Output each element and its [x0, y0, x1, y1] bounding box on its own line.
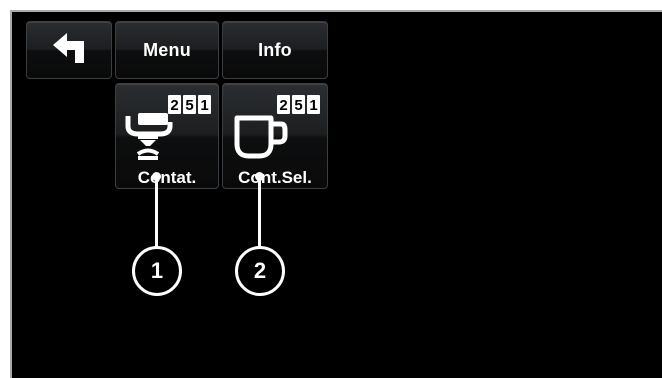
callout-2-leader: [258, 178, 261, 248]
back-button[interactable]: [26, 21, 112, 79]
cup-counter-button[interactable]: 2 5 1 Cont.Sel.: [222, 83, 328, 189]
back-arrow-icon: [51, 31, 87, 70]
figure-frame: Menu Info 2 5 1 Contat. 2 5 1 Cont.Sel. …: [0, 0, 662, 378]
callout-1-leader: [155, 178, 158, 248]
touch-screen: Menu Info 2 5 1 Contat. 2 5 1 Cont.Sel.: [10, 10, 662, 378]
brew-counter-label: Contat.: [137, 168, 197, 187]
callout-2-marker: 2: [235, 246, 285, 296]
cup-counter-icon: 2 5 1: [234, 95, 320, 159]
counter-digit: 2: [279, 97, 287, 114]
info-button-label: Info: [258, 39, 292, 60]
menu-button[interactable]: Menu: [115, 21, 219, 79]
counter-digit: 5: [294, 97, 302, 114]
counter-digit: 1: [200, 97, 208, 114]
brew-group-counter-icon: 2 5 1: [125, 95, 211, 160]
brew-counter-button[interactable]: 2 5 1 Contat.: [115, 83, 219, 189]
counter-digit: 2: [170, 97, 178, 114]
counter-digit: 5: [185, 97, 193, 114]
callout-1-marker: 1: [132, 246, 182, 296]
info-button[interactable]: Info: [222, 21, 328, 79]
cup-counter-label: Cont.Sel.: [238, 168, 312, 187]
counter-digit: 1: [309, 97, 317, 114]
menu-button-label: Menu: [143, 39, 191, 60]
